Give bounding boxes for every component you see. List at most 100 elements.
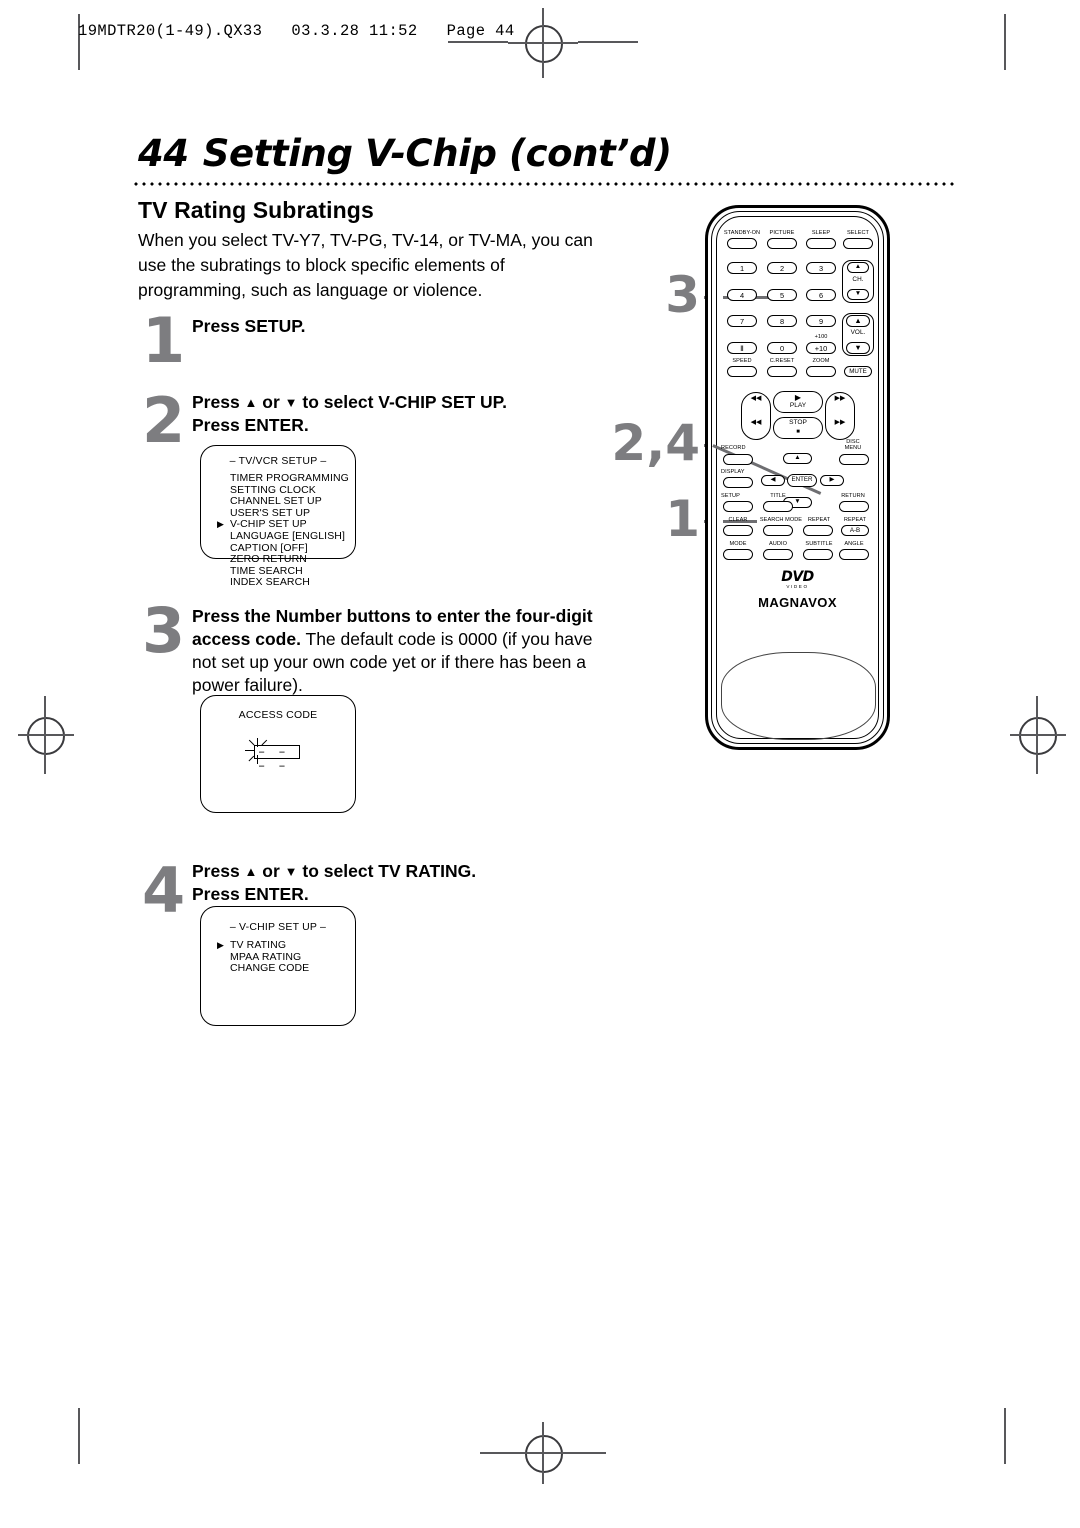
audio-button[interactable] [763,549,793,560]
arrow-down-icon: ▼ [284,864,298,879]
mute-button-label: MUTE [849,368,867,375]
step-2-line-1: Press ▲ or ▼ to select V-CHIP SET UP. [192,391,622,414]
stop-icon: ■ [796,429,800,435]
dvd-logo-sub: VIDEO [786,584,809,589]
rewind-icon: ◀◀ [750,419,762,426]
step-2-text: Press ▲ or ▼ to select V-CHIP SET UP. Pr… [192,391,622,437]
osd-item[interactable]: ZERO RETURN [230,554,349,566]
osd-vchip-title: – V-CHIP SET UP – [229,921,327,933]
return-label: RETURN [841,493,865,499]
display-button[interactable] [723,477,753,488]
title-label: TITLE [770,493,786,499]
step-2-post: to select V-CHIP SET UP. [297,392,507,412]
search-mode-button[interactable] [763,525,793,536]
angle-label: ANGLE [844,541,864,547]
manual-page: 44 Setting V-Chip (cont’d) TV Rating Subr… [0,0,1080,1528]
search-mode-label: SEARCH MODE [759,517,803,523]
arrow-down-icon: ▼ [284,395,298,410]
creset-button[interactable] [767,366,797,377]
osd-item[interactable]: INDEX SEARCH [230,577,349,589]
osd-item[interactable]: LANGUAGE [ENGLISH] [230,530,349,543]
disc-menu-label: DISC MENU [844,439,862,452]
step-4-line-1: Press ▲ or ▼ to select TV RATING. [192,860,622,883]
play-button-label: PLAY [789,402,807,409]
step-2-mid: or [257,392,285,412]
speed-button[interactable] [727,366,757,377]
plus10-button-label: +10 [814,344,828,353]
osd-tvvcr-title: – TV/VCR SETUP – [229,455,327,467]
osd-tvvcr-setup: – TV/VCR SETUP – TIMER PROGRAMMING SETTI… [200,445,356,588]
record-label: RECORD [721,445,746,451]
osd-tvvcr-list: TIMER PROGRAMMING SETTING CLOCK CHANNEL … [217,472,349,589]
select-label: SELECT [846,230,870,236]
section-intro: When you select TV-Y7, TV-PG, TV-14, or … [138,230,593,300]
number-button-5-label: 5 [779,291,785,300]
arrow-up-icon: ▲ [244,395,258,410]
cursor-blink-icon [245,738,271,764]
angle-button[interactable] [839,549,869,560]
pause-button-label: Ⅱ [740,344,744,353]
step-2-number: 2 [142,384,186,457]
callout-3: 3 [665,266,700,324]
dvd-video-logo: DVD VIDEO [705,570,890,590]
channel-down-arrow-icon: ▼ [854,290,862,297]
step-3-text: Press the Number buttons to enter the fo… [192,605,604,697]
callout-1: 1 [665,490,700,548]
page-title: 44 Setting V-Chip (cont’d) [138,132,672,175]
return-button[interactable] [839,501,869,512]
picture-button[interactable] [767,238,797,249]
number-button-8-label: 8 [779,317,785,326]
standby-on-button[interactable] [727,238,757,249]
repeat-ab-label: REPEAT [843,517,867,523]
step-4-number: 4 [142,854,186,927]
osd-item[interactable]: TIMER PROGRAMMING [230,472,349,485]
repeat-ab-button-label: A-B [849,527,861,534]
step-4-line-2: Press ENTER. [192,884,309,904]
page-number: 44 [138,132,189,175]
skip-prev-icon: ◀◀ [750,395,762,402]
mode-button[interactable] [723,549,753,560]
number-button-7-label: 7 [739,317,745,326]
play-icon: ▶ [794,393,802,402]
repeat-button[interactable] [803,525,833,536]
zoom-label: ZOOM [812,358,830,364]
sleep-button[interactable] [806,238,836,249]
creset-label: C.RESET [769,358,795,364]
arrow-up-icon: ▲ [244,864,258,879]
osd-item[interactable]: CHANGE CODE [230,963,309,975]
title-button[interactable] [763,501,793,512]
standby-on-label: STANDBY-ON [723,230,761,236]
plus100-label: +100 [814,334,828,340]
zoom-button[interactable] [806,366,836,377]
mode-label: MODE [729,541,747,547]
step-4-mid: or [257,861,285,881]
audio-label: AUDIO [769,541,787,547]
section-heading: TV Rating Subratings [138,197,374,223]
step-2-pre: Press [192,392,245,412]
setup-button[interactable] [723,501,753,512]
step-1-number: 1 [142,304,186,377]
clear-button[interactable] [723,525,753,536]
disc-menu-button[interactable] [839,454,869,465]
subtitle-button[interactable] [803,549,833,560]
nav-up-arrow-icon: ▲ [794,454,801,461]
volume-up-arrow-icon: ▲ [854,316,862,325]
step-1-text: Press SETUP. [192,315,612,338]
step-2-line-2: Press ENTER. [192,415,309,435]
number-button-2-label: 2 [779,264,785,273]
callout-2-4: 2,4 [611,414,700,472]
select-button[interactable] [843,238,873,249]
step-4-pre: Press [192,861,245,881]
stop-button-label: STOP [789,419,807,426]
display-label: DISPLAY [721,469,745,475]
osd-item-selected[interactable]: TV RATING [217,939,309,952]
speed-label: SPEED [732,358,752,364]
nav-right-arrow-icon: ▶ [829,476,835,483]
step-4-text: Press ▲ or ▼ to select TV RATING. Press … [192,860,622,906]
channel-label: CH. [852,276,864,283]
record-button[interactable] [723,454,753,465]
enter-button-label: ENTER [791,476,813,483]
osd-access-code: ACCESS CODE – – – – [200,695,356,813]
channel-up-arrow-icon: ▲ [854,263,862,270]
remote-bottom-contour [721,652,876,740]
